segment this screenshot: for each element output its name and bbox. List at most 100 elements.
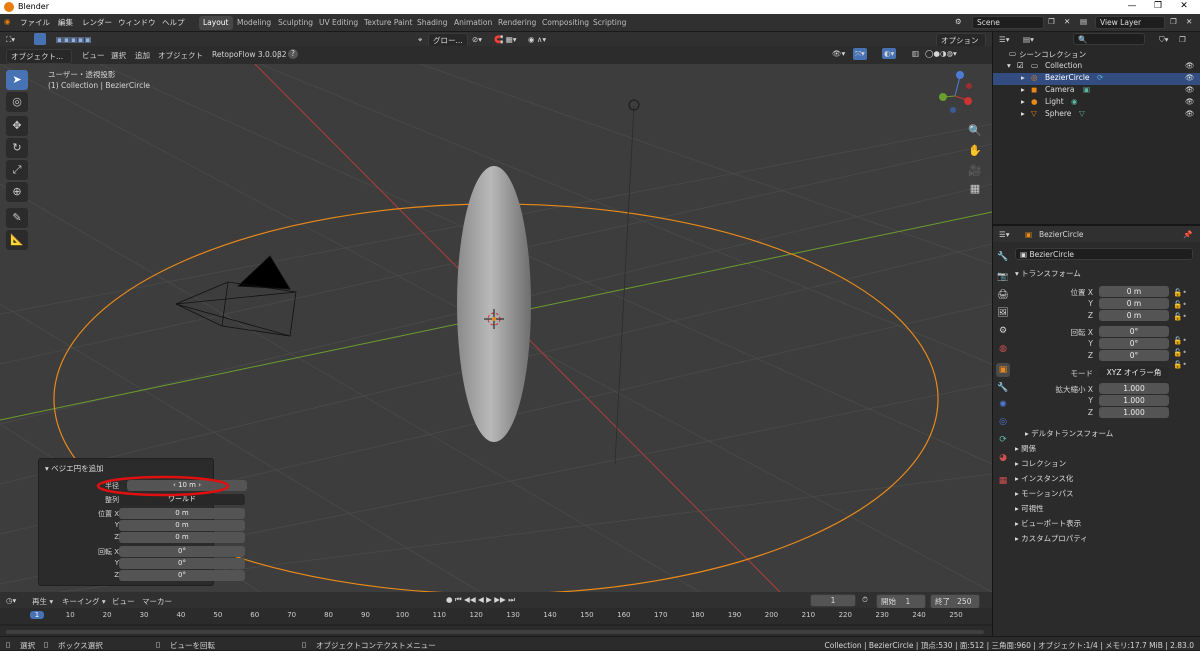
rotate-tool-icon[interactable]: ↻ — [6, 138, 28, 158]
area-divider[interactable] — [993, 224, 1200, 226]
new-scene-icon[interactable]: ❐ — [1048, 17, 1055, 26]
mode-dropdown[interactable]: オブジェクト... — [6, 49, 72, 64]
curve-data-tab-icon[interactable]: ⟳ — [996, 433, 1010, 447]
outliner-collection[interactable]: ▾ ☑ ▭ Collection 👁 — [993, 61, 1200, 73]
filter-icon[interactable]: ⛉▾ — [1159, 35, 1168, 45]
visibility-eye-icon[interactable]: 👁 — [1185, 109, 1195, 118]
lock-icons[interactable]: 🔓• 🔓• 🔓• 🔓• 🔓• 🔓• — [1173, 287, 1187, 371]
redo-panel-title[interactable]: ▾ ベジエ円を追加 — [45, 463, 104, 474]
collections-section[interactable]: ▸ コレクション — [1015, 458, 1066, 469]
rotation-mode-dropdown[interactable]: XYZ オイラー角 — [1099, 367, 1169, 378]
menu-window[interactable]: ウィンドウ — [118, 17, 156, 28]
gizmo-toggle-icon[interactable]: ⤧▾ — [853, 48, 867, 60]
output-tab-icon[interactable]: 🖨 — [996, 288, 1010, 302]
current-frame-field[interactable]: 1 — [810, 594, 856, 607]
preview-range-icon[interactable]: ⏱ — [862, 595, 868, 605]
shading-modes-icons[interactable]: ◯●◑◍▾ — [925, 49, 957, 58]
snap-icon[interactable]: 🧲 ▦▾ — [494, 35, 517, 44]
tab-compositing[interactable]: Compositing — [538, 16, 593, 30]
timeline-scrollbar[interactable] — [6, 630, 984, 634]
menu-render[interactable]: レンダー — [82, 17, 112, 28]
select-box-tool-icon[interactable]: ➤ — [6, 70, 28, 90]
pivot-icon[interactable]: ⊘▾ — [472, 35, 482, 44]
expand-icon[interactable]: ▸ — [1021, 97, 1025, 106]
keying-menu[interactable]: キーイング ▾ — [62, 596, 106, 607]
scale-z-field[interactable]: 1.000 — [1099, 407, 1169, 418]
location-y-field[interactable]: 0 m — [1099, 298, 1169, 309]
checkbox-icon[interactable]: ☑ — [1017, 61, 1024, 70]
editor-type-icon[interactable]: ⛶▾ — [6, 35, 15, 45]
maximize-icon[interactable]: ❐ — [1144, 1, 1172, 11]
custom-properties-section[interactable]: ▸ カスタムプロパティ — [1015, 533, 1088, 544]
orientation-icon[interactable]: ⌖ — [418, 35, 422, 45]
overlay-toggle-icon[interactable]: ◐▾ — [882, 48, 897, 59]
viewport-display-section[interactable]: ▸ ビューポート表示 — [1015, 518, 1081, 529]
perspective-toggle-icon[interactable]: ▦ — [966, 180, 984, 198]
transform-section-header[interactable]: ▾ トランスフォーム — [1015, 268, 1081, 279]
outliner-editor-type-icon[interactable]: ☰▾ — [999, 35, 1010, 44]
pan-hand-icon[interactable]: ✋ — [966, 142, 984, 160]
area-divider[interactable] — [992, 32, 993, 636]
rotation-z-field[interactable]: 0° — [1099, 350, 1169, 361]
menu-edit[interactable]: 編集 — [58, 17, 73, 28]
navigation-gizmo[interactable] — [939, 71, 972, 113]
tab-uv-editing[interactable]: UV Editing — [315, 16, 362, 30]
world-tab-icon[interactable]: ◍ — [996, 342, 1010, 356]
help-icon[interactable]: ? — [288, 49, 298, 59]
transform-tool-icon[interactable]: ⊕ — [6, 182, 28, 202]
delete-view-layer-icon[interactable]: ✕ — [1186, 17, 1192, 26]
sphere-object[interactable] — [457, 166, 531, 442]
move-tool-icon[interactable]: ✥ — [6, 116, 28, 136]
location-z-field[interactable]: 0 m — [119, 532, 245, 543]
menu-add[interactable]: 追加 — [135, 50, 150, 61]
playback-menu[interactable]: 再生 ▾ — [32, 596, 53, 607]
scene-selector[interactable]: Scene — [972, 16, 1044, 29]
relations-section[interactable]: ▸ 関係 — [1015, 443, 1036, 454]
tab-shading[interactable]: Shading — [413, 16, 451, 30]
tab-layout[interactable]: Layout — [199, 16, 233, 30]
view-layer-icon[interactable]: ▤ — [1080, 17, 1087, 26]
start-frame-field[interactable]: 開始 1 — [876, 594, 926, 609]
menu-help[interactable]: ヘルプ — [162, 17, 185, 28]
camera-view-icon[interactable]: 🎥 — [966, 162, 984, 180]
timeline-area[interactable]: 1 10 20 30 40 50 60 70 80 90 100 110 120 130 140 150 160… — [0, 608, 992, 636]
menu-view[interactable]: ビュー — [82, 50, 105, 61]
menu-file[interactable]: ファイル — [20, 17, 50, 28]
measure-tool-icon[interactable]: 📐 — [6, 230, 28, 250]
select-mode-icons[interactable]: ▣▣▣▣▣ — [56, 35, 91, 44]
outliner-item-camera[interactable]: ▸ ◼ Camera ▣ 👁 — [993, 85, 1200, 97]
expand-icon[interactable]: ▸ — [1021, 73, 1025, 82]
retopoflow-menu[interactable]: RetopoFlow 3.0.0β2 — [212, 50, 287, 59]
object-name-field[interactable]: ▣ BezierCircle — [1015, 248, 1193, 260]
annotate-tool-icon[interactable]: ✎ — [6, 208, 28, 228]
outliner-item-light[interactable]: ▸ ● Light ◉ 👁 — [993, 97, 1200, 109]
material-tab-icon[interactable]: ◕ — [996, 451, 1010, 465]
instancing-section[interactable]: ▸ インスタンス化 — [1015, 473, 1073, 484]
menu-object[interactable]: オブジェクト — [158, 50, 203, 61]
tab-animation[interactable]: Animation — [450, 16, 496, 30]
location-y-field[interactable]: 0 m — [119, 520, 245, 531]
scene-tab-icon[interactable]: ⚙ — [996, 324, 1010, 338]
visibility-eye-icon[interactable]: 👁 — [1185, 73, 1195, 82]
camera-object[interactable] — [175, 255, 297, 337]
location-z-field[interactable]: 0 m — [1099, 310, 1169, 321]
view-layer-selector[interactable]: View Layer — [1095, 16, 1165, 29]
zoom-icon[interactable]: 🔍 — [966, 122, 984, 140]
blender-menu-icon[interactable]: ◉ — [4, 17, 11, 26]
timeline-view-menu[interactable]: ビュー — [112, 596, 135, 607]
texture-tab-icon[interactable]: ▦ — [996, 474, 1010, 488]
visibility-section[interactable]: ▸ 可視性 — [1015, 503, 1044, 514]
scale-x-field[interactable]: 1.000 — [1099, 383, 1169, 394]
tab-modeling[interactable]: Modeling — [233, 16, 275, 30]
rotation-y-field[interactable]: 0° — [119, 558, 245, 569]
delete-scene-icon[interactable]: ✕ — [1064, 17, 1070, 26]
expand-icon[interactable]: ▸ — [1021, 85, 1025, 94]
render-tab-icon[interactable]: 📷 — [996, 270, 1010, 284]
visibility-icon[interactable]: 👁▾ — [832, 49, 845, 58]
menu-select[interactable]: 選択 — [111, 50, 126, 61]
new-collection-icon[interactable]: ❐ — [1179, 35, 1186, 44]
new-view-layer-icon[interactable]: ❐ — [1170, 17, 1177, 26]
rotation-x-field[interactable]: 0° — [1099, 326, 1169, 337]
scale-y-field[interactable]: 1.000 — [1099, 395, 1169, 406]
view-layer-tab-icon[interactable]: 🖼 — [996, 306, 1010, 320]
